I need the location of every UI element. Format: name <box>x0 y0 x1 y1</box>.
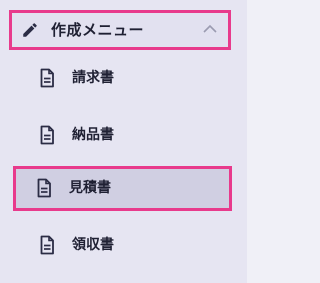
chevron-up-icon[interactable] <box>202 23 218 35</box>
document-icon <box>37 178 51 198</box>
menu-item-label: 請求書 <box>72 70 114 86</box>
menu-item-delivery-note[interactable]: 納品書 <box>16 115 228 155</box>
document-icon <box>40 68 54 88</box>
create-menu-label: 作成メニュー <box>51 21 145 39</box>
menu-item-invoice[interactable]: 請求書 <box>16 58 228 98</box>
menu-item-label: 見積書 <box>69 180 111 196</box>
menu-item-label: 納品書 <box>72 127 114 143</box>
document-icon <box>40 125 54 145</box>
pencil-icon <box>23 23 37 37</box>
menu-item-receipt[interactable]: 領収書 <box>16 225 228 265</box>
create-menu-header[interactable]: 作成メニュー <box>9 10 231 50</box>
document-icon <box>40 235 54 255</box>
sidebar-menu: 作成メニュー 請求書 納品書 見積書 領収書 <box>0 0 247 283</box>
menu-item-estimate[interactable]: 見積書 <box>13 166 232 211</box>
menu-item-label: 領収書 <box>72 237 114 253</box>
